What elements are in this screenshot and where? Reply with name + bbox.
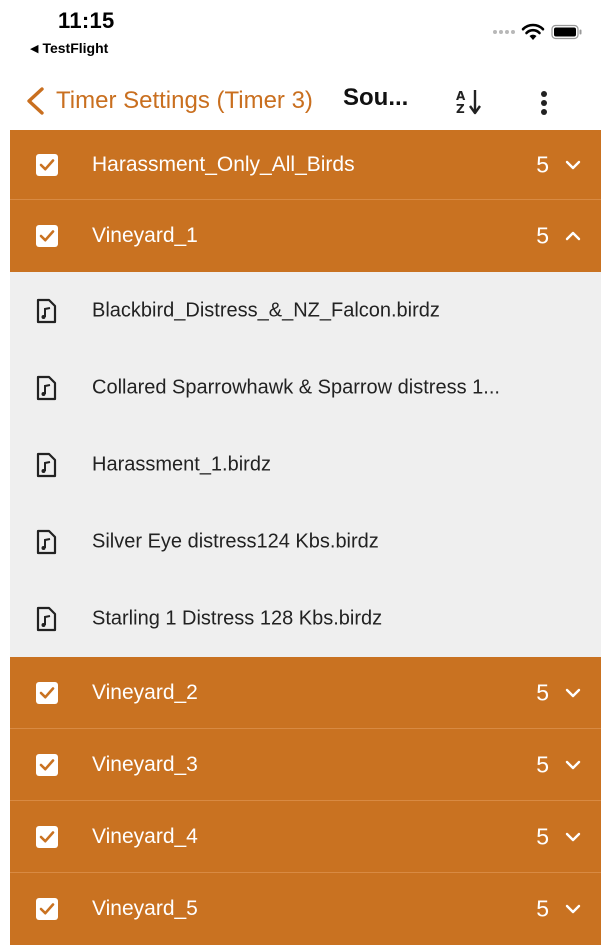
folder-row-expanded[interactable]: Vineyard_1 5	[10, 200, 601, 272]
music-file-icon	[36, 375, 57, 400]
file-label: Starling 1 Distress 128 Kbs.birdz	[92, 607, 383, 629]
sound-folder-list: Harassment_Only_All_Birds 5 Vineyard_1 5…	[10, 130, 601, 945]
back-app-label: TestFlight	[42, 40, 109, 56]
chevron-down-icon[interactable]	[565, 831, 581, 843]
folder-row[interactable]: Harassment_Only_All_Birds 5	[10, 130, 601, 200]
file-row[interactable]: Harassment_1.birdz	[10, 426, 601, 503]
folder-count: 5	[536, 679, 549, 705]
folder-label: Vineyard_2	[92, 680, 198, 704]
battery-icon	[551, 24, 582, 40]
wifi-icon	[521, 23, 545, 40]
folder-row[interactable]: Vineyard_2 5	[10, 657, 601, 729]
chevron-left-icon	[27, 87, 44, 115]
back-to-app-link[interactable]: ◀ TestFlight	[30, 40, 108, 56]
checkbox-checked-icon[interactable]	[36, 225, 58, 247]
chevron-down-icon[interactable]	[565, 759, 581, 771]
folder-row[interactable]: Vineyard_5 5	[10, 873, 601, 945]
chevron-down-icon[interactable]	[565, 903, 581, 915]
status-time: 11:15	[58, 8, 115, 33]
file-row[interactable]: Silver Eye distress124 Kbs.birdz	[10, 503, 601, 580]
svg-text:A: A	[456, 89, 466, 103]
chevron-down-icon[interactable]	[565, 687, 581, 699]
chevron-up-icon[interactable]	[565, 230, 581, 242]
file-row[interactable]: Collared Sparrowhawk & Sparrow distress …	[10, 349, 601, 426]
folder-label: Vineyard_1	[92, 224, 198, 247]
music-file-icon	[36, 529, 57, 554]
svg-text:Z: Z	[456, 102, 465, 116]
checkbox-checked-icon[interactable]	[36, 681, 58, 704]
status-bar: 11:15 ◀ TestFlight	[0, 0, 601, 72]
folder-label: Harassment_Only_All_Birds	[92, 152, 355, 176]
folder-count: 5	[536, 895, 549, 922]
music-file-icon	[36, 606, 57, 631]
folder-row[interactable]: Vineyard_3 5	[10, 729, 601, 801]
folder-label: Vineyard_4	[92, 824, 198, 848]
folder-count: 5	[536, 151, 549, 177]
file-label: Harassment_1.birdz	[92, 453, 271, 475]
checkbox-checked-icon[interactable]	[36, 153, 58, 176]
back-button[interactable]: Timer Settings (Timer 3)	[24, 80, 313, 122]
chevron-down-icon[interactable]	[565, 159, 581, 171]
file-row[interactable]: Blackbird_Distress_&_NZ_Falcon.birdz	[10, 272, 601, 349]
page-title: Sou...	[343, 84, 409, 111]
checkbox-checked-icon[interactable]	[36, 753, 58, 776]
music-file-icon	[36, 452, 57, 477]
folder-label: Vineyard_5	[92, 897, 198, 920]
back-button-label: Timer Settings (Timer 3)	[56, 87, 313, 114]
checkbox-checked-icon[interactable]	[36, 825, 58, 848]
back-triangle-icon: ◀	[30, 43, 39, 55]
file-row[interactable]: Starling 1 Distress 128 Kbs.birdz	[10, 580, 601, 657]
checkbox-checked-icon[interactable]	[36, 898, 58, 920]
folder-count: 5	[536, 222, 549, 249]
folder-count: 5	[536, 751, 549, 777]
navigation-bar: Timer Settings (Timer 3) Sou... A Z	[0, 72, 601, 130]
signal-dots-icon	[493, 30, 515, 34]
file-label: Blackbird_Distress_&_NZ_Falcon.birdz	[92, 299, 440, 321]
music-file-icon	[36, 298, 57, 323]
more-vertical-icon[interactable]	[530, 86, 558, 120]
folder-row[interactable]: Vineyard_4 5	[10, 801, 601, 873]
file-label: Collared Sparrowhawk & Sparrow distress …	[92, 376, 500, 398]
sort-az-icon[interactable]: A Z	[454, 86, 486, 118]
folder-count: 5	[536, 823, 549, 849]
status-icons	[493, 20, 583, 44]
file-label: Silver Eye distress124 Kbs.birdz	[92, 530, 379, 552]
folder-label: Vineyard_3	[92, 752, 198, 776]
